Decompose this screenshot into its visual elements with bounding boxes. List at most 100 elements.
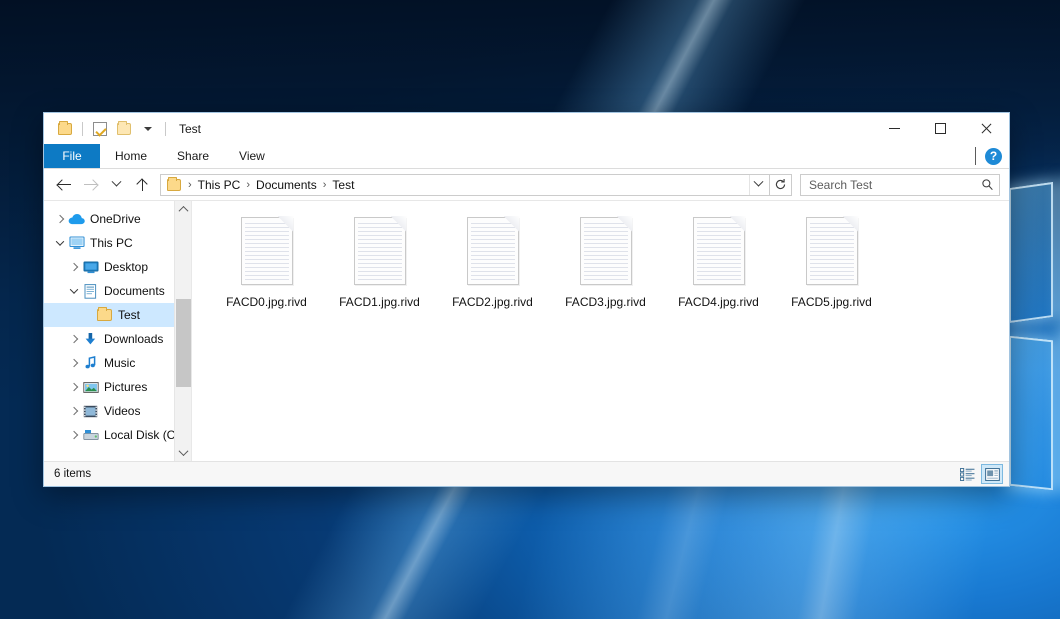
videos-icon [82, 403, 99, 419]
chevron-up-icon [178, 206, 188, 216]
generic-document-icon [354, 217, 406, 285]
expand-ribbon-button[interactable] [975, 147, 976, 165]
tab-home[interactable]: Home [100, 144, 162, 168]
sidebar-item-videos[interactable]: Videos [44, 399, 191, 423]
maximize-icon [935, 123, 946, 134]
file-item[interactable]: FACD0.jpg.rivd [210, 215, 323, 333]
arrow-up-icon [136, 178, 149, 191]
back-button[interactable] [51, 172, 77, 198]
arrow-left-icon [57, 179, 72, 191]
file-name: FACD3.jpg.rivd [565, 295, 646, 309]
window-controls [871, 113, 1009, 144]
chevron-down-icon [144, 127, 152, 131]
twisty-collapsed-icon[interactable] [66, 375, 82, 399]
file-item[interactable]: FACD4.jpg.rivd [662, 215, 775, 333]
minimize-button[interactable] [871, 113, 917, 144]
explorer-body: OneDrive This PC [44, 200, 1009, 461]
sidebar-item-music[interactable]: Music [44, 351, 191, 375]
sidebar-item-onedrive[interactable]: OneDrive [44, 207, 191, 231]
qat-properties-button[interactable] [89, 118, 111, 140]
breadcrumb-item-documents[interactable]: Documents [252, 178, 321, 192]
large-icons-view-button[interactable] [981, 464, 1003, 484]
scrollbar-thumb[interactable] [176, 299, 191, 387]
file-item[interactable]: FACD1.jpg.rivd [323, 215, 436, 333]
documents-icon [82, 283, 99, 299]
view-toggle-group [956, 464, 1003, 484]
generic-document-icon [241, 217, 293, 285]
breadcrumb-folder-icon [167, 179, 181, 191]
twisty-collapsed-icon[interactable] [66, 327, 82, 351]
help-button[interactable]: ? [985, 148, 1002, 165]
recent-locations-button[interactable] [103, 172, 129, 198]
sidebar-item-desktop[interactable]: Desktop [44, 255, 191, 279]
sidebar-item-pictures[interactable]: Pictures [44, 375, 191, 399]
tab-share[interactable]: Share [162, 144, 224, 168]
qat-folder-button[interactable] [54, 118, 76, 140]
sidebar-item-this-pc[interactable]: This PC [44, 231, 191, 255]
file-item[interactable]: FACD5.jpg.rivd [775, 215, 888, 333]
quick-access-toolbar [44, 118, 170, 140]
details-view-button[interactable] [956, 464, 978, 484]
file-name: FACD1.jpg.rivd [339, 295, 420, 309]
sidebar-item-local-disk-c[interactable]: Local Disk (C:) [44, 423, 191, 447]
sidebar-item-label: OneDrive [90, 212, 141, 226]
twisty-collapsed-icon[interactable] [52, 207, 68, 231]
chevron-down-icon [975, 147, 976, 165]
sidebar-item-label: Test [118, 308, 140, 322]
sidebar-item-label: Documents [104, 284, 165, 298]
twisty-expanded-icon[interactable] [52, 231, 68, 255]
twisty-collapsed-icon[interactable] [66, 399, 82, 423]
twisty-collapsed-icon[interactable] [66, 351, 82, 375]
twisty-collapsed-icon[interactable] [66, 423, 82, 447]
details-view-icon [960, 468, 975, 481]
qat-separator-1 [82, 122, 83, 136]
file-item[interactable]: FACD3.jpg.rivd [549, 215, 662, 333]
qat-customize-button[interactable] [137, 118, 159, 140]
scrollbar-up-button[interactable] [175, 201, 191, 218]
ribbon-right-controls: ? [975, 144, 1009, 168]
chevron-down-icon [178, 446, 188, 456]
tab-file[interactable]: File [44, 144, 100, 168]
twisty-collapsed-icon[interactable] [66, 255, 82, 279]
window-title: Test [179, 122, 201, 136]
desktop: Test File Home Share View [0, 0, 1060, 619]
sidebar-item-documents[interactable]: Documents [44, 279, 191, 303]
sidebar-item-label: Videos [104, 404, 140, 418]
arrow-right-icon [83, 179, 98, 191]
large-icons-view-icon [985, 468, 1000, 481]
sidebar-item-label: Local Disk (C:) [104, 428, 183, 442]
search-input[interactable] [809, 178, 981, 192]
search-box[interactable] [800, 174, 1000, 196]
title-bar[interactable]: Test [44, 113, 1009, 144]
navigation-tree: OneDrive This PC [44, 201, 191, 447]
sidebar-item-test[interactable]: Test [44, 303, 191, 327]
maximize-button[interactable] [917, 113, 963, 144]
sidebar-item-downloads[interactable]: Downloads [44, 327, 191, 351]
breadcrumb-item-test[interactable]: Test [328, 178, 358, 192]
twisty-expanded-icon[interactable] [66, 279, 82, 303]
sidebar-item-label: Music [104, 356, 135, 370]
breadcrumb[interactable]: › This PC › Documents › Test [160, 174, 770, 196]
close-button[interactable] [963, 113, 1009, 144]
file-name: FACD5.jpg.rivd [791, 295, 872, 309]
tab-view[interactable]: View [224, 144, 280, 168]
refresh-button[interactable] [770, 174, 792, 196]
navigation-pane-scrollbar[interactable] [174, 201, 191, 461]
downloads-icon [82, 331, 99, 347]
item-count: 6 items [54, 468, 91, 480]
breadcrumb-dropdown-button[interactable] [749, 175, 767, 195]
breadcrumb-item-this-pc[interactable]: This PC [194, 178, 245, 192]
onedrive-icon [68, 211, 85, 227]
scrollbar-down-button[interactable] [175, 444, 191, 461]
generic-document-icon [580, 217, 632, 285]
file-list-view[interactable]: FACD0.jpg.rivd FACD1.jpg.rivd FACD2.jpg.… [192, 201, 1009, 461]
address-bar: › This PC › Documents › Test [44, 169, 1009, 200]
new-folder-icon [117, 123, 131, 135]
file-item[interactable]: FACD2.jpg.rivd [436, 215, 549, 333]
file-name: FACD0.jpg.rivd [226, 295, 307, 309]
properties-icon [93, 122, 107, 136]
up-button[interactable] [129, 172, 155, 198]
qat-new-folder-button[interactable] [113, 118, 135, 140]
music-icon [82, 355, 99, 371]
generic-document-icon [467, 217, 519, 285]
